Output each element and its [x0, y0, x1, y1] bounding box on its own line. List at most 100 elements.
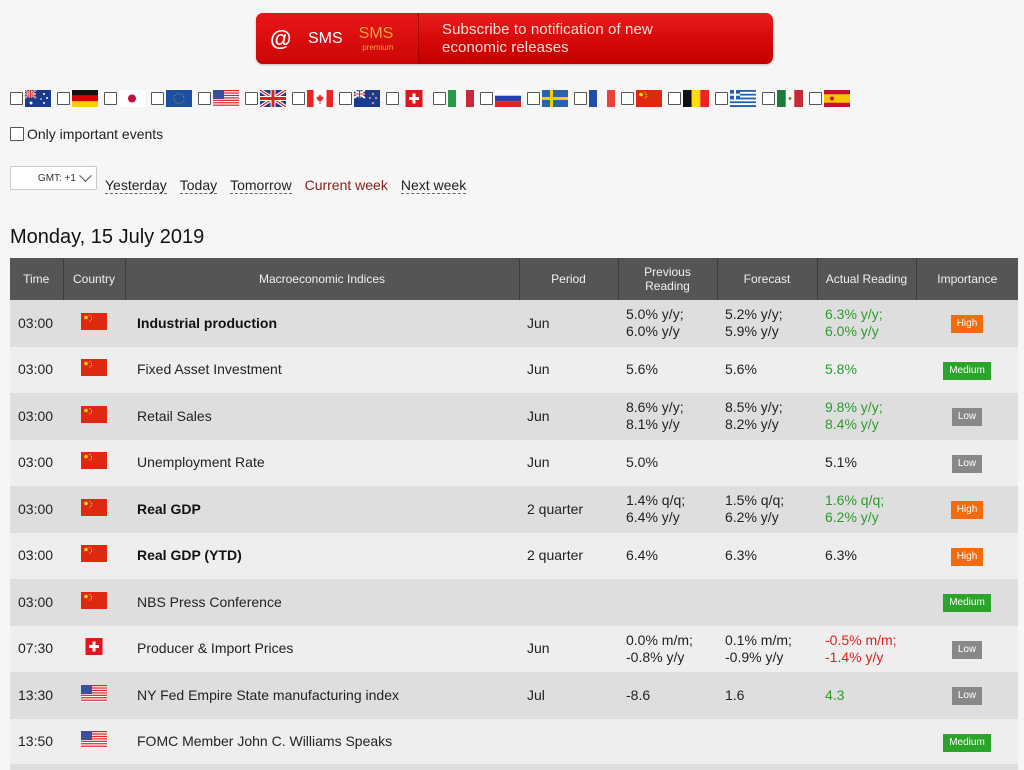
flag-gr-icon [730, 90, 756, 107]
table-row[interactable]: 03:00 Retail Sales Jun 8.6% y/y; 8.1% y/y 8.5… [10, 393, 1018, 440]
sms-label[interactable]: SMS [308, 30, 343, 48]
country-checkbox[interactable] [386, 92, 399, 105]
country-filter-es[interactable] [809, 90, 850, 107]
event-period: Jun [527, 361, 550, 378]
only-important-filter[interactable]: Only important events [10, 126, 163, 142]
flag-ch-icon [401, 90, 427, 107]
value-line: -0.9% y/y [725, 648, 784, 665]
importance-badge: Low [951, 640, 983, 659]
country-filter-cn[interactable] [621, 90, 662, 107]
table-header-row: Time Country Macroeconomic Indices Perio… [10, 258, 1018, 300]
nav-tomorrow[interactable]: Tomorrow [230, 177, 292, 194]
country-filter-eu[interactable] [151, 90, 192, 107]
country-checkbox[interactable] [668, 92, 681, 105]
event-time: 03:00 [18, 500, 54, 517]
country-filter-ru[interactable] [480, 90, 521, 107]
banner-text: Subscribe to notification of new economi… [419, 21, 653, 57]
nav-next-week[interactable]: Next week [400, 177, 467, 194]
only-important-checkbox[interactable] [10, 127, 24, 141]
value-line: 6.2% y/y [825, 509, 879, 526]
importance-badge: Low [951, 454, 983, 473]
country-checkbox[interactable] [433, 92, 446, 105]
country-checkbox[interactable] [809, 92, 822, 105]
country-checkbox[interactable] [292, 92, 305, 105]
header-previous-line-2: Reading [645, 279, 690, 293]
country-checkbox[interactable] [151, 92, 164, 105]
country-filter-ch[interactable] [386, 90, 427, 107]
event-time: 03:00 [18, 314, 54, 331]
header-indices: Macroeconomic Indices [125, 258, 520, 300]
country-filter-fr[interactable] [574, 90, 615, 107]
timezone-select[interactable]: GMT: +1 [10, 166, 97, 190]
table-row[interactable]: 07:30 Producer & Import Prices Jun 0.0% m/m… [10, 625, 1018, 673]
actual-reading [817, 719, 916, 766]
importance-badge: Medium [943, 733, 991, 752]
country-filter-mx[interactable] [762, 90, 803, 107]
event-name[interactable]: NY Fed Empire State manufacturing index [125, 672, 519, 719]
nav-today[interactable]: Today [179, 177, 218, 194]
country-checkbox[interactable] [104, 92, 117, 105]
table-row[interactable]: 03:00 Real GDP 2 quarter 1.4% q/q; 6.4% y/y 1… [10, 486, 1018, 533]
event-name[interactable]: Unemployment Rate [125, 440, 519, 487]
country-filter-se[interactable] [527, 90, 568, 107]
flag-gb-icon [260, 90, 286, 107]
event-country [63, 300, 125, 347]
event-name[interactable]: Real GDP (YTD) [125, 533, 519, 580]
country-checkbox[interactable] [339, 92, 352, 105]
country-filter-de[interactable] [57, 90, 98, 107]
event-name[interactable]: Real GDP [125, 486, 519, 533]
event-period: 2 quarter [527, 500, 584, 517]
country-checkbox[interactable] [480, 92, 493, 105]
country-checkbox[interactable] [527, 92, 540, 105]
country-checkbox[interactable] [10, 92, 23, 105]
country-checkbox[interactable] [198, 92, 211, 105]
nav-current-week[interactable]: Current week [305, 177, 388, 194]
country-checkbox[interactable] [57, 92, 70, 105]
country-filter-us[interactable] [198, 90, 239, 107]
event-country [63, 579, 125, 626]
email-icon[interactable]: @ [270, 26, 298, 52]
forecast-value: 8.5% y/y; 8.2% y/y [717, 393, 817, 440]
subscribe-banner[interactable]: @ SMS SMS premium Subscribe to notificat… [256, 13, 773, 64]
value-line: 6.3% y/y; [825, 306, 883, 323]
country-checkbox[interactable] [621, 92, 634, 105]
country-filter-au[interactable] [10, 90, 51, 107]
sms-premium-label[interactable]: SMS premium [359, 25, 394, 52]
table-row[interactable]: 03:00 Fixed Asset Investment Jun 5.6% 5.6% 5.… [10, 346, 1018, 394]
header-actual: Actual Reading [817, 258, 917, 300]
value-line: 0.0% m/m; [626, 631, 693, 648]
value-line: 8.4% y/y [825, 416, 879, 433]
value-line: 5.0% [626, 454, 658, 471]
table-row[interactable]: 13:30 NY Fed Empire State manufacturing i… [10, 672, 1018, 719]
event-name[interactable]: Producer & Import Prices [125, 626, 519, 673]
economic-calendar-table: Time Country Macroeconomic Indices Perio… [10, 258, 1018, 765]
event-name[interactable]: Fixed Asset Investment [125, 347, 519, 394]
flag-cn-icon [81, 545, 107, 563]
country-checkbox[interactable] [574, 92, 587, 105]
country-filter-gb[interactable] [245, 90, 286, 107]
country-checkbox[interactable] [762, 92, 775, 105]
value-line: 1.6% q/q; [825, 492, 885, 509]
country-filter-jp[interactable] [104, 90, 145, 107]
table-row[interactable]: 03:00 Unemployment Rate Jun 5.0% 5.1% Low [10, 439, 1018, 487]
country-filter-be[interactable] [668, 90, 709, 107]
country-filter-gr[interactable] [715, 90, 756, 107]
table-row[interactable]: 03:00 Real GDP (YTD) 2 quarter 6.4% 6.3% 6.3%… [10, 532, 1018, 580]
country-checkbox[interactable] [245, 92, 258, 105]
event-name[interactable]: Industrial production [125, 300, 519, 347]
country-filter-ca[interactable] [292, 90, 333, 107]
sms-premium-sub: premium [362, 42, 394, 52]
importance: High [916, 533, 1018, 580]
header-importance: Importance [916, 258, 1018, 300]
table-row[interactable]: 03:00 Industrial production Jun 5.0% y/y; 6.… [10, 300, 1018, 347]
country-checkbox[interactable] [715, 92, 728, 105]
value-line: 6.3% [825, 547, 857, 564]
table-row[interactable]: 03:00 NBS Press Conference Medium [10, 579, 1018, 626]
event-name[interactable]: NBS Press Conference [125, 579, 519, 626]
country-filter-nz[interactable] [339, 90, 380, 107]
nav-yesterday[interactable]: Yesterday [105, 177, 167, 194]
event-name[interactable]: FOMC Member John C. Williams Speaks [125, 719, 519, 766]
event-name[interactable]: Retail Sales [125, 393, 519, 440]
table-row[interactable]: 13:50 FOMC Member John C. Williams Speaks… [10, 718, 1018, 766]
country-filter-it[interactable] [433, 90, 474, 107]
